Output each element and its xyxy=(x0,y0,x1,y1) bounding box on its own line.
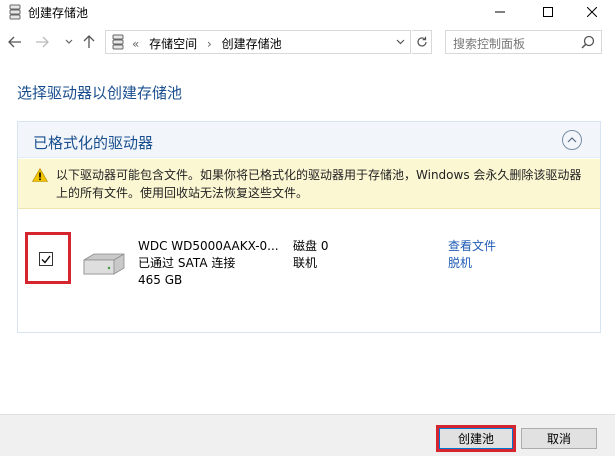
maximize-button[interactable] xyxy=(525,0,571,24)
breadcrumb-separator[interactable]: › xyxy=(207,37,212,51)
recent-locations-button[interactable] xyxy=(62,35,76,49)
disk-number: 磁盘 0 xyxy=(293,239,329,253)
maximize-icon xyxy=(543,7,553,17)
forward-button[interactable] xyxy=(35,35,49,49)
forward-arrow-icon xyxy=(36,36,49,48)
drive-connection: 已通过 SATA 连接 xyxy=(138,256,236,270)
minimize-icon xyxy=(495,11,505,13)
navigation-bar: « 存储空间 › 创建存储池 搜索控制面板 xyxy=(0,28,615,56)
panel-title: 已格式化的驱动器 xyxy=(33,134,154,152)
refresh-button[interactable] xyxy=(412,30,432,54)
offline-link[interactable]: 脱机 xyxy=(448,255,496,272)
page-title: 选择驱动器以创建存储池 xyxy=(17,84,183,102)
back-arrow-icon xyxy=(8,36,21,48)
breadcrumb-storage-spaces[interactable]: 存储空间 xyxy=(149,37,197,51)
warning-banner: 以下驱动器可能包含文件。如果你将已格式化的驱动器用于存储池，Windows 会永… xyxy=(18,159,600,209)
breadcrumb: « 存储空间 › 创建存储池 xyxy=(132,35,288,52)
up-arrow-icon xyxy=(83,35,95,48)
checkbox-highlight xyxy=(25,232,71,284)
recent-dropdown-icon xyxy=(65,39,73,44)
drive-size: 465 GB xyxy=(138,273,183,287)
footer-bar: 创建池 取消 xyxy=(0,414,615,456)
drive-row: WDC WD5000AAKX-0... 已通过 SATA 连接 465 GB 磁… xyxy=(18,210,600,332)
collapse-chevron-icon xyxy=(567,137,577,143)
view-files-link[interactable]: 查看文件 xyxy=(448,238,496,255)
formatted-drives-panel: 已格式化的驱动器 以下驱动器可能包含文件。如果你将已格式化的驱动器用于存储池，W… xyxy=(17,121,601,333)
hard-drive-icon xyxy=(83,253,125,275)
drive-checkbox[interactable] xyxy=(39,252,53,266)
warning-text: 以下驱动器可能包含文件。如果你将已格式化的驱动器用于存储池，Windows 会永… xyxy=(56,168,582,200)
create-pool-button[interactable]: 创建池 xyxy=(439,428,513,449)
cancel-button[interactable]: 取消 xyxy=(521,428,597,449)
create-storage-pool-window: 创建存储池 « 存储空间 › 创建存储池 搜索控制面板 选择驱动器以创建存储池 … xyxy=(0,0,615,456)
drive-actions: 查看文件 脱机 xyxy=(448,238,496,272)
search-box[interactable]: 搜索控制面板 xyxy=(445,30,602,54)
close-icon xyxy=(587,7,597,17)
refresh-icon xyxy=(416,36,427,47)
collapse-button[interactable] xyxy=(562,130,582,150)
window-title: 创建存储池 xyxy=(28,6,89,20)
storage-spaces-icon xyxy=(9,4,21,20)
checkmark-icon xyxy=(41,255,51,263)
breadcrumb-create-pool[interactable]: 创建存储池 xyxy=(222,37,282,51)
up-button[interactable] xyxy=(82,35,96,49)
search-placeholder: 搜索控制面板 xyxy=(453,37,526,51)
drive-name: WDC WD5000AAKX-0... xyxy=(138,239,279,253)
warning-icon xyxy=(32,168,48,182)
back-button[interactable] xyxy=(8,35,22,49)
disk-details: 磁盘 0 联机 xyxy=(293,238,328,272)
close-button[interactable] xyxy=(569,0,615,24)
title-bar: 创建存储池 xyxy=(0,0,615,24)
storage-spaces-icon xyxy=(112,34,124,50)
drive-details: WDC WD5000AAKX-0... 已通过 SATA 连接 465 GB xyxy=(138,238,279,289)
breadcrumb-overflow[interactable]: « xyxy=(132,37,139,51)
search-icon xyxy=(581,35,595,49)
address-bar[interactable]: « 存储空间 › 创建存储池 xyxy=(105,30,411,54)
chevron-down-icon xyxy=(396,39,404,45)
address-dropdown-button[interactable] xyxy=(390,30,410,54)
panel-header: 已格式化的驱动器 xyxy=(18,122,600,158)
minimize-button[interactable] xyxy=(477,0,523,24)
disk-status: 联机 xyxy=(293,256,318,270)
